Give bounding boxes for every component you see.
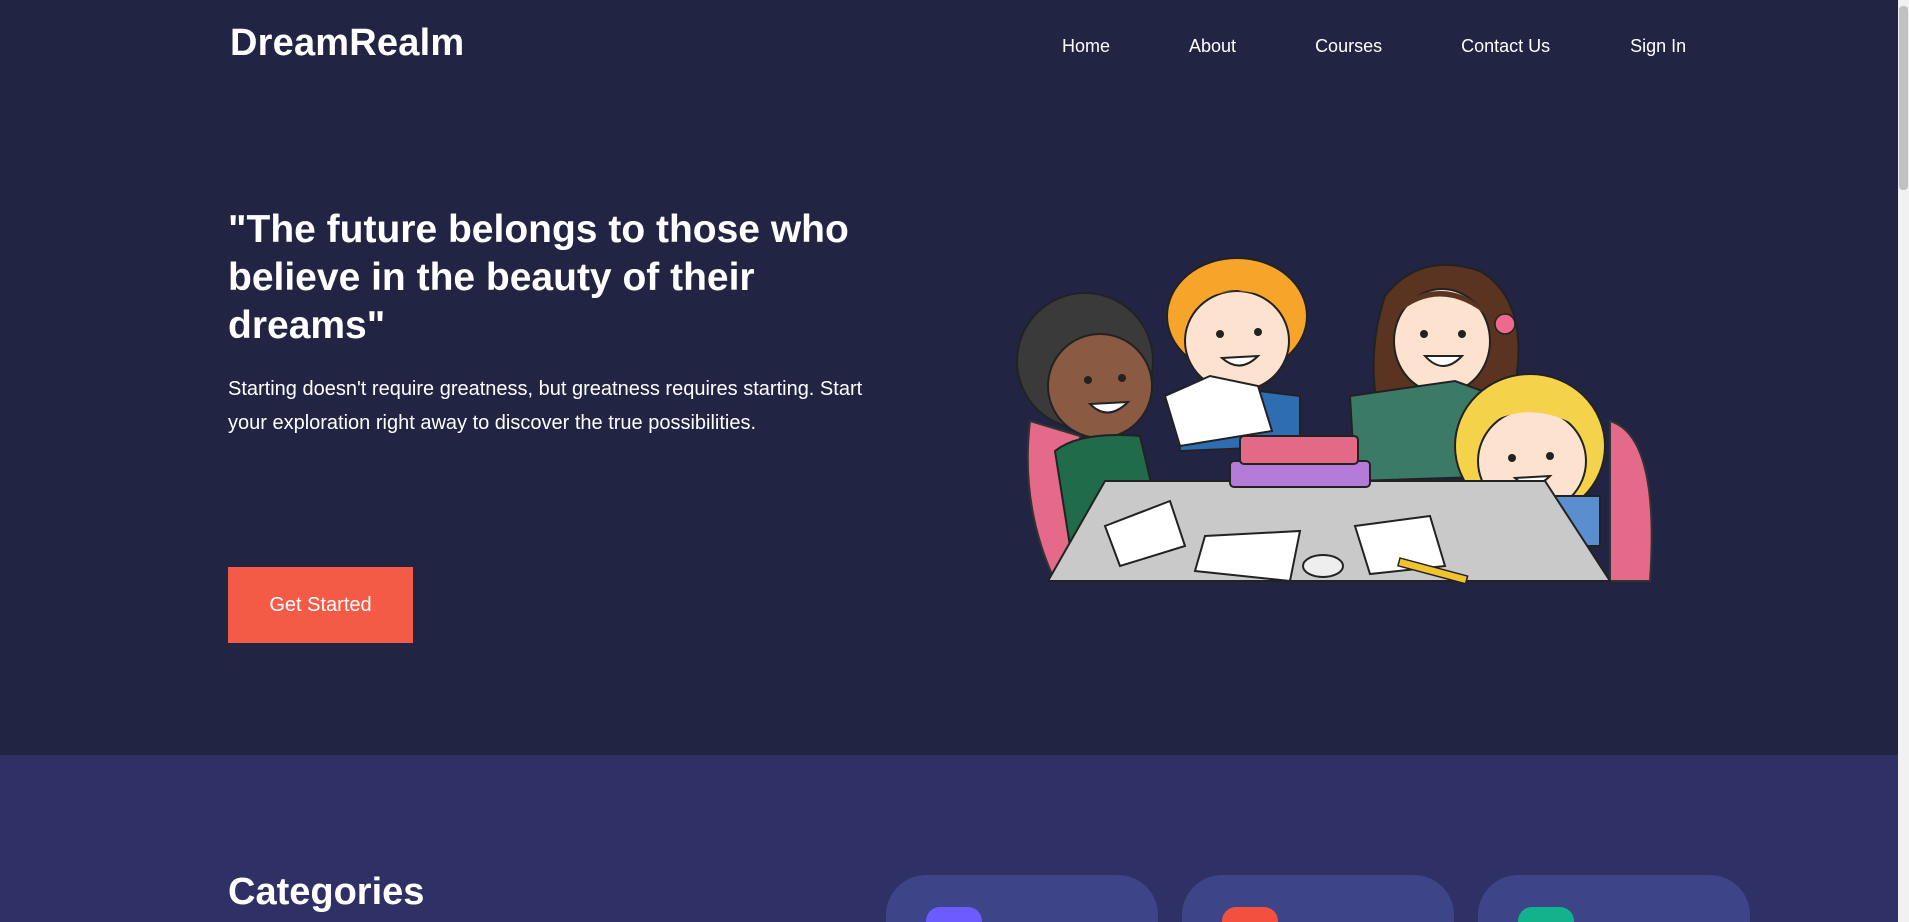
category-card[interactable]	[886, 875, 1158, 922]
categories-section: Categories	[0, 755, 1898, 922]
nav-links: Home About Courses Contact Us Sign In	[1062, 36, 1686, 57]
landing-page: DreamRealm Home About Courses Contact Us…	[0, 0, 1909, 922]
categories-title: Categories	[228, 871, 425, 913]
category-icon	[1518, 907, 1574, 922]
category-card[interactable]	[1182, 875, 1454, 922]
hero-title: "The future belongs to those who believe…	[228, 208, 849, 347]
nav-signin-link[interactable]: Sign In	[1630, 36, 1686, 57]
kids-studying-illustration	[1016, 257, 1653, 585]
nav-about-link[interactable]: About	[1189, 36, 1236, 57]
scrollbar-thumb[interactable]	[1899, 6, 1908, 190]
brand-logo[interactable]: DreamRealm	[230, 22, 464, 65]
nav-courses-link[interactable]: Courses	[1315, 36, 1382, 57]
get-started-button[interactable]: Get Started	[228, 567, 413, 643]
category-icon	[1222, 907, 1278, 922]
hero-subtitle: Starting doesn't require greatness, but …	[228, 378, 863, 434]
category-icon	[926, 907, 982, 922]
nav-home-link[interactable]: Home	[1062, 36, 1110, 57]
nav-contact-link[interactable]: Contact Us	[1461, 36, 1550, 57]
navbar: DreamRealm Home About Courses Contact Us…	[0, 0, 1898, 92]
category-card[interactable]	[1478, 875, 1750, 922]
vertical-scrollbar[interactable]	[1898, 0, 1909, 922]
